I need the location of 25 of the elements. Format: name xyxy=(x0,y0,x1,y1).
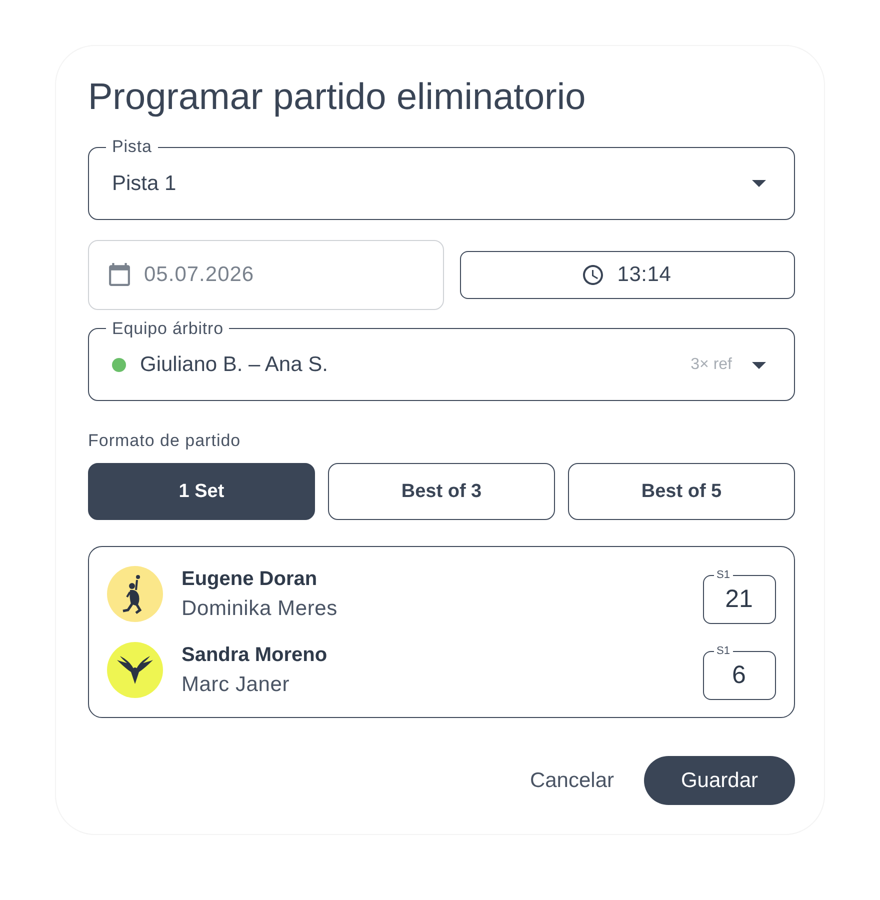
dialog-title: Programar partido eliminatorio xyxy=(88,75,587,119)
score-field[interactable]: S1 6 xyxy=(702,645,776,700)
score-field[interactable]: S1 21 xyxy=(702,569,776,624)
player-name: Sandra Moreno xyxy=(182,642,328,668)
field-label: Pista xyxy=(111,138,153,156)
section-label: Formato de partido xyxy=(88,431,242,451)
calendar-icon xyxy=(109,263,130,286)
format-option[interactable]: 1 Set xyxy=(88,463,315,520)
clock-icon xyxy=(583,264,604,284)
caret-icon xyxy=(752,362,766,368)
caret-icon xyxy=(752,180,766,187)
player-name: Dominika Meres xyxy=(182,596,338,622)
field-label: Equipo árbitro xyxy=(111,320,224,338)
format-option[interactable]: Best of 3 xyxy=(328,463,555,520)
score-label: S1 xyxy=(716,645,731,658)
referee-select[interactable]: Equipo árbitro Giuliano B. – Ana S. 3× ref xyxy=(88,320,795,401)
time-button[interactable]: 13:14 xyxy=(460,250,795,298)
save-button[interactable]: Guardar xyxy=(644,756,795,805)
format-option[interactable]: Best of 5 xyxy=(568,463,795,520)
count-label: 3× ref xyxy=(690,356,732,374)
player-name: Marc Janer xyxy=(182,672,291,698)
cancel-button[interactable]: Cancelar xyxy=(514,756,629,805)
player-name: Eugene Doran xyxy=(182,566,318,592)
court-select[interactable]: Pista Pista 1 xyxy=(88,138,795,220)
score-label: S1 xyxy=(716,569,731,582)
